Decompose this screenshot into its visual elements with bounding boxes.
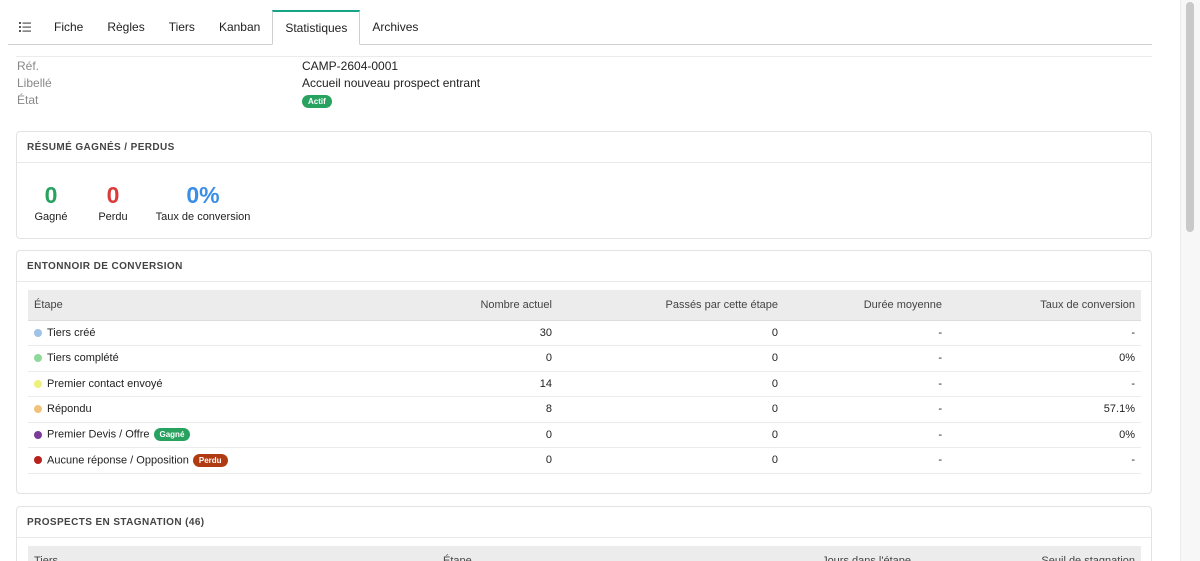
tab-regles[interactable]: Règles xyxy=(95,10,156,44)
libelle-value: Accueil nouveau prospect entrant xyxy=(302,76,481,90)
conversion-rate-value: 0% xyxy=(186,182,220,208)
current-count-cell: 14 xyxy=(308,371,558,397)
tab-fiche[interactable]: Fiche xyxy=(42,10,95,44)
stage-name: Tiers créé xyxy=(47,326,96,339)
stage-color-dot-icon xyxy=(34,430,42,439)
tab-archives[interactable]: Archives xyxy=(360,10,430,44)
current-count-cell: 30 xyxy=(308,320,558,346)
scrollbar-thumb[interactable] xyxy=(1186,2,1194,232)
summary-card-title: RÉSUMÉ GAGNÉS / PERDUS xyxy=(17,132,1151,163)
ref-value: CAMP-2604-0001 xyxy=(302,59,399,73)
col-nombre-actuel: Nombre actuel xyxy=(308,290,558,321)
conversion-rate-cell: - xyxy=(948,447,1141,474)
avg-duration-cell: - xyxy=(784,371,948,397)
passed-count-cell: 0 xyxy=(558,447,784,474)
stat-won: 0 Gagné xyxy=(31,181,71,223)
stage-name: Premier Devis / Offre xyxy=(47,428,150,441)
conversion-rate-label: Taux de conversion xyxy=(155,211,251,223)
status-badge: Actif xyxy=(302,95,332,109)
etat-label: État xyxy=(17,93,39,107)
stat-conversion-rate: 0% Taux de conversion xyxy=(155,181,251,223)
funnel-card-title: ENTONNOIR DE CONVERSION xyxy=(17,251,1151,282)
passed-count-cell: 0 xyxy=(558,371,784,397)
stage-name: Premier contact envoyé xyxy=(47,377,163,390)
funnel-row: Premier Devis / Offre Gagné 0 0-0% xyxy=(28,422,1141,448)
funnel-card: ENTONNOIR DE CONVERSION Étape Nombre act… xyxy=(16,250,1152,494)
funnel-row: Répondu 8 0-57.1% xyxy=(28,396,1141,423)
col-jours-etape: Jours dans l'étape xyxy=(737,546,917,561)
col-passes: Passés par cette étape xyxy=(558,290,784,321)
stage-cell: Premier contact envoyé xyxy=(28,371,308,397)
stage-color-dot-icon xyxy=(34,354,42,363)
tab-statistiques[interactable]: Statistiques xyxy=(272,10,361,45)
tab-tiers[interactable]: Tiers xyxy=(157,10,207,44)
stage-color-dot-icon xyxy=(34,328,42,337)
won-label: Gagné xyxy=(34,211,68,223)
lost-label: Perdu xyxy=(98,211,128,223)
stagnation-card-title: PROSPECTS EN STAGNATION (46) xyxy=(17,507,1151,538)
current-count-cell: 0 xyxy=(308,345,558,372)
stagnation-table: Tiers Étape Jours dans l'étape Seuil de … xyxy=(28,546,1141,561)
stage-cell: Tiers créé xyxy=(28,320,308,346)
lost-count: 0 xyxy=(106,182,120,208)
funnel-row: Aucune réponse / Opposition Perdu 0 0- - xyxy=(28,447,1141,474)
stage-cell: Tiers complété xyxy=(28,345,308,372)
col-etape: Étape xyxy=(28,290,308,321)
col-seuil-stagnation: Seuil de stagnation xyxy=(917,546,1141,561)
avg-duration-cell: - xyxy=(784,447,948,474)
stage-cell: Aucune réponse / Opposition Perdu xyxy=(28,447,308,474)
col-tiers: Tiers xyxy=(28,546,437,561)
passed-count-cell: 0 xyxy=(558,320,784,346)
conversion-rate-cell: - xyxy=(948,371,1141,397)
conversion-rate-cell: 57.1% xyxy=(948,396,1141,423)
divider xyxy=(16,56,1152,57)
current-count-cell: 8 xyxy=(308,396,558,423)
stagnation-card: PROSPECTS EN STAGNATION (46) Tiers Étape… xyxy=(16,506,1152,561)
list-menu-icon[interactable] xyxy=(8,10,42,44)
summary-card: RÉSUMÉ GAGNÉS / PERDUS 0 Gagné 0 Perdu 0… xyxy=(16,131,1152,239)
current-count-cell: 0 xyxy=(308,422,558,448)
tab-kanban[interactable]: Kanban xyxy=(207,10,272,44)
ref-label: Réf. xyxy=(17,59,40,73)
summary-stats: 0 Gagné 0 Perdu 0% Taux de conversion xyxy=(17,163,1151,239)
stage-outcome-badge: Gagné xyxy=(153,428,191,442)
vertical-scrollbar[interactable] xyxy=(1180,0,1200,561)
col-taux-conversion: Taux de conversion xyxy=(948,290,1141,321)
avg-duration-cell: - xyxy=(784,345,948,372)
stage-cell: Premier Devis / Offre Gagné xyxy=(28,422,308,448)
conversion-rate-cell: 0% xyxy=(948,345,1141,372)
conversion-rate-cell: - xyxy=(948,320,1141,346)
stage-color-dot-icon xyxy=(34,379,42,388)
funnel-row: Premier contact envoyé 14 0- - xyxy=(28,371,1141,397)
avg-duration-cell: - xyxy=(784,396,948,423)
funnel-header-row: Étape Nombre actuel Passés par cette éta… xyxy=(28,290,1141,321)
avg-duration-cell: - xyxy=(784,320,948,346)
stage-name: Répondu xyxy=(47,403,92,416)
funnel-row: Tiers complété 0 0-0% xyxy=(28,345,1141,372)
stagnation-header-row: Tiers Étape Jours dans l'étape Seuil de … xyxy=(28,546,1141,561)
passed-count-cell: 0 xyxy=(558,345,784,372)
etat-value-wrapper: Actif xyxy=(302,94,332,109)
col-duree-moyenne: Durée moyenne xyxy=(784,290,948,321)
stage-color-dot-icon xyxy=(34,405,42,414)
tab-bar: Fiche Règles Tiers Kanban Statistiques A… xyxy=(8,10,1152,45)
stage-name: Aucune réponse / Opposition xyxy=(47,454,189,467)
funnel-row: Tiers créé 30 0- - xyxy=(28,320,1141,346)
stage-cell: Répondu xyxy=(28,396,308,423)
passed-count-cell: 0 xyxy=(558,422,784,448)
current-count-cell: 0 xyxy=(308,447,558,474)
avg-duration-cell: - xyxy=(784,422,948,448)
passed-count-cell: 0 xyxy=(558,396,784,423)
won-count: 0 xyxy=(44,182,58,208)
stat-lost: 0 Perdu xyxy=(95,181,131,223)
stage-outcome-badge: Perdu xyxy=(192,453,228,467)
conversion-rate-cell: 0% xyxy=(948,422,1141,448)
stage-color-dot-icon xyxy=(34,456,42,465)
funnel-table: Étape Nombre actuel Passés par cette éta… xyxy=(28,290,1141,474)
col-etape: Étape xyxy=(437,546,737,561)
stage-name: Tiers complété xyxy=(47,352,119,365)
libelle-label: Libellé xyxy=(17,76,52,90)
